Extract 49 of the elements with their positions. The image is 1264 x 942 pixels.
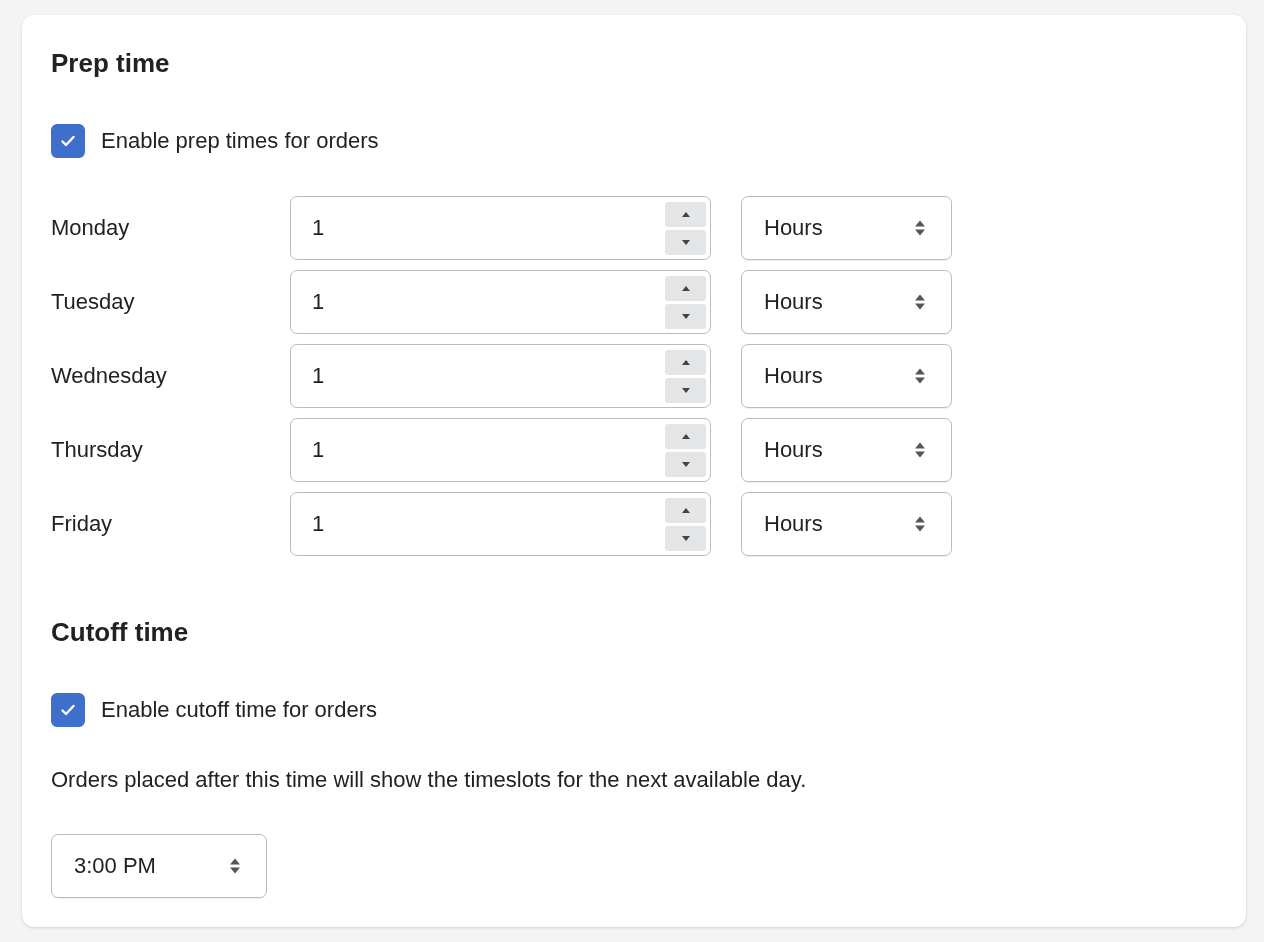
caret-down-icon [681, 461, 690, 467]
select-arrows-icon [915, 368, 925, 384]
increment-button[interactable] [665, 349, 706, 375]
increment-button[interactable] [665, 423, 706, 449]
checkbox[interactable] [51, 124, 85, 158]
caret-down-icon [681, 535, 690, 541]
caret-up-icon [681, 285, 690, 291]
caret-down-icon [681, 387, 690, 393]
select-arrows-icon [915, 294, 925, 310]
decrement-button[interactable] [665, 451, 706, 477]
decrement-button[interactable] [665, 377, 706, 403]
caret-up-icon [681, 507, 690, 513]
increment-button[interactable] [665, 497, 706, 523]
unit-select[interactable]: Hours [741, 196, 952, 260]
caret-up-icon [681, 359, 690, 365]
day-label: Thursday [51, 437, 144, 463]
unit-select[interactable]: Hours [741, 270, 952, 334]
day-label: Monday [51, 215, 131, 241]
caret-up-icon [681, 211, 690, 217]
number-field[interactable]: 1 [290, 492, 711, 556]
day-label: Friday [51, 511, 114, 537]
number-field[interactable]: 1 [290, 270, 711, 334]
unit-select[interactable]: Hours [741, 492, 952, 556]
number-field[interactable]: 1 [290, 418, 711, 482]
day-label: Wednesday [51, 363, 168, 389]
caret-up-icon [681, 433, 690, 439]
time-select[interactable]: 3:00 PM [51, 834, 267, 898]
increment-button[interactable] [665, 201, 706, 227]
day-label: Tuesday [51, 289, 136, 315]
section-heading: Cutoff time [51, 616, 189, 648]
number-field[interactable]: 1 [290, 196, 711, 260]
unit-select[interactable]: Hours [741, 344, 952, 408]
checkbox-label: Enable prep times for orders [101, 127, 379, 155]
decrement-button[interactable] [665, 229, 706, 255]
select-arrows-icon [915, 220, 925, 236]
unit-select[interactable]: Hours [741, 418, 952, 482]
checkbox-label: Enable cutoff time for orders [101, 696, 377, 724]
select-arrows-icon [230, 858, 240, 874]
increment-button[interactable] [665, 275, 706, 301]
select-arrows-icon [915, 516, 925, 532]
caret-down-icon [681, 239, 690, 245]
number-field[interactable]: 1 [290, 344, 711, 408]
description-text: Orders placed after this time will show the timeslots for the next available day. [51, 766, 807, 794]
checkbox[interactable] [51, 693, 85, 727]
decrement-button[interactable] [665, 303, 706, 329]
select-arrows-icon [915, 442, 925, 458]
caret-down-icon [681, 313, 690, 319]
section-heading: Prep time [51, 47, 170, 79]
decrement-button[interactable] [665, 525, 706, 551]
